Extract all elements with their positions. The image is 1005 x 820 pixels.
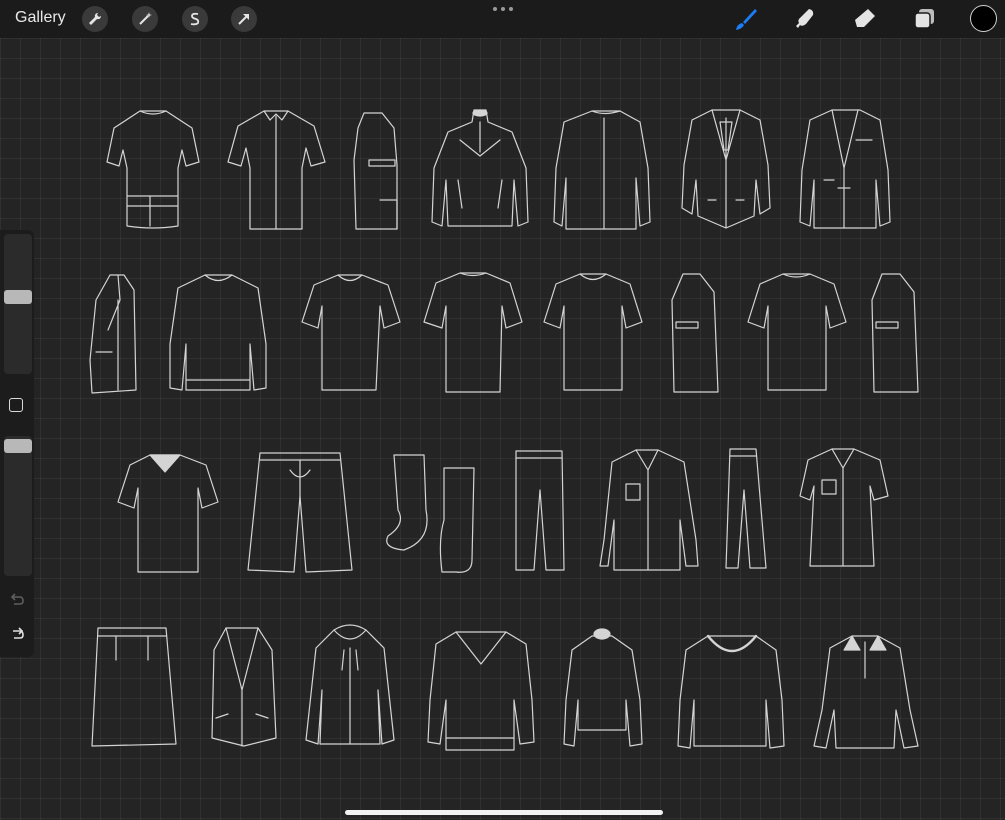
tshirt-side-2-drawing [871, 273, 919, 393]
eraser-icon[interactable] [852, 6, 878, 32]
womens-shirt-drawing [599, 449, 699, 571]
home-indicator[interactable] [345, 810, 663, 815]
top-toolbar: Gallery [0, 0, 1005, 38]
clothing-artwork [89, 109, 919, 751]
zip-hoodie-drawing [305, 624, 395, 745]
smudge-icon[interactable] [792, 6, 818, 32]
slim-trousers-drawing [725, 448, 767, 569]
polo-long-sleeve-drawing [813, 635, 919, 749]
selection-button[interactable] [182, 6, 208, 32]
left-sidebar [0, 230, 34, 657]
jersey-front-drawing [227, 110, 326, 230]
wrench-icon [89, 12, 102, 25]
tshirt-back-drawing [423, 272, 523, 393]
transform-arrow-icon [238, 14, 249, 25]
adjustments-button[interactable] [132, 6, 158, 32]
tshirt-front-drawing [301, 274, 401, 391]
tshirt-side-drawing [671, 273, 719, 393]
scoop-neck-top-drawing [677, 634, 785, 749]
redo-icon[interactable] [8, 625, 26, 643]
suit-vest-tie-drawing [681, 109, 771, 229]
actions-button[interactable] [82, 6, 108, 32]
selection-icon [190, 12, 200, 26]
pencil-skirt-drawing [91, 627, 177, 747]
brush-size-thumb[interactable] [4, 290, 32, 304]
vneck-sweater-drawing [427, 631, 535, 751]
opacity-slider[interactable] [4, 436, 32, 576]
brush-size-slider[interactable] [4, 234, 32, 374]
shorts-drawing [247, 452, 353, 573]
vneck-tshirt-drawing [117, 454, 219, 573]
short-sleeve-blouse-drawing [799, 448, 889, 567]
blazer-front-drawing [799, 109, 891, 229]
blazer-side-drawing [89, 274, 137, 394]
tshirt-crew-drawing [543, 273, 643, 391]
modify-button[interactable] [9, 398, 23, 412]
brush-icon[interactable] [733, 6, 759, 32]
magic-wand-icon [139, 12, 152, 25]
half-zip-pullover-drawing [431, 109, 529, 227]
gallery-button[interactable]: Gallery [15, 9, 66, 27]
tshirt-front-2-drawing [747, 273, 847, 391]
crewneck-sweater-drawing [169, 274, 267, 391]
undo-icon[interactable] [8, 591, 26, 609]
waistcoat-drawing [211, 627, 277, 747]
layers-icon[interactable] [912, 6, 938, 32]
socks-drawing [386, 454, 475, 573]
opacity-thumb[interactable] [4, 439, 32, 453]
transform-button[interactable] [231, 6, 257, 32]
drawing-canvas[interactable] [0, 38, 1005, 820]
more-options-icon[interactable] [492, 6, 514, 12]
trousers-drawing [515, 450, 565, 571]
jersey-side-drawing [353, 112, 398, 230]
color-picker-swatch[interactable] [970, 5, 997, 32]
jersey-back-drawing [106, 110, 200, 229]
turtleneck-drawing [563, 628, 643, 747]
blazer-back-drawing [553, 110, 651, 230]
